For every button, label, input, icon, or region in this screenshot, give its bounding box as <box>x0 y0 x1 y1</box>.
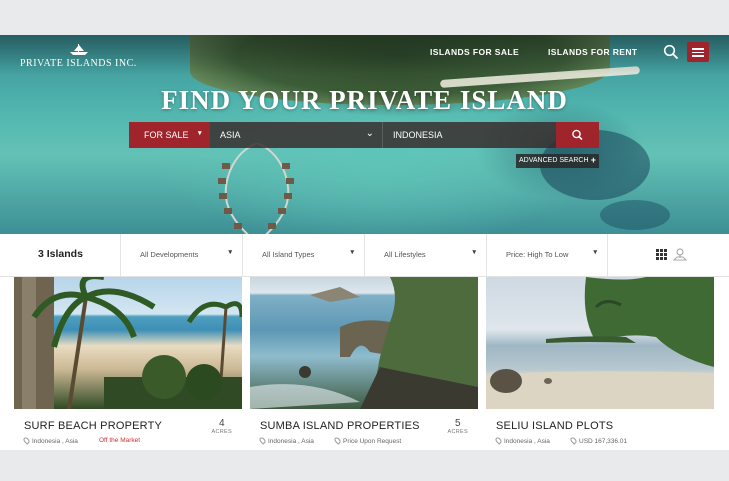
acres-value: 4 <box>218 418 225 429</box>
map-view-icon[interactable] <box>673 247 687 261</box>
nav-islands-for-sale[interactable]: ISLANDS FOR SALE <box>430 47 519 57</box>
sea-cliffs-image <box>250 277 478 409</box>
region-select[interactable]: ASIA ⌄ <box>210 122 382 148</box>
developments-label: All Developments <box>140 250 199 259</box>
beach-coastline-image <box>486 277 714 409</box>
advanced-search-button[interactable]: ADVANCED SEARCH + <box>516 154 599 168</box>
listing-status: USD 167,336.01 <box>569 436 628 445</box>
listing-card-sumba-island[interactable]: SUMBA ISLAND PROPERTIES Indonesia , Asia… <box>250 277 478 450</box>
hero-reef-shape-2 <box>600 200 670 230</box>
hero-banner: PRIVATE ISLANDS INC. ISLANDS FOR SALE IS… <box>0 35 729 234</box>
location-pin-icon <box>22 436 31 445</box>
region-value: ASIA <box>220 130 241 140</box>
palm-trees-image <box>14 277 242 409</box>
search-icon <box>572 129 583 141</box>
menu-button[interactable] <box>687 42 709 62</box>
listing-title[interactable]: SUMBA ISLAND PROPERTIES <box>260 420 420 432</box>
listing-photo[interactable] <box>14 277 242 409</box>
price-tag-icon <box>569 436 578 445</box>
listing-location: Indonesia , Asia <box>494 436 550 445</box>
caret-down-icon: ▾ <box>593 249 597 256</box>
listing-status-text: Price Upon Request <box>343 438 402 445</box>
listing-location-text: Indonesia , Asia <box>268 438 314 445</box>
lifestyles-dropdown[interactable]: All Lifestyles ▾ <box>364 234 486 277</box>
location-pin-icon <box>494 436 503 445</box>
caret-down-icon: ▾ <box>228 249 232 256</box>
island-types-dropdown[interactable]: All Island Types ▾ <box>242 234 364 277</box>
country-input[interactable]: INDONESIA <box>382 122 556 148</box>
acres-label: ACRES <box>211 429 232 435</box>
logo-text: PRIVATE ISLANDS INC. <box>20 58 137 69</box>
island-search-bar: FOR SALE ▾ ASIA ⌄ INDONESIA <box>129 122 599 148</box>
listing-card-seliu-island[interactable]: SELIU ISLAND PLOTS Indonesia , Asia USD … <box>486 277 714 450</box>
listing-acres: 4 ACRES <box>212 418 232 435</box>
listing-status: Price Upon Request <box>333 436 402 445</box>
listing-location-text: Indonesia , Asia <box>504 438 550 445</box>
search-submit-button[interactable] <box>556 122 599 148</box>
developments-dropdown[interactable]: All Developments ▾ <box>120 234 242 277</box>
country-value: INDONESIA <box>393 130 443 140</box>
caret-down-icon: ▾ <box>472 249 476 256</box>
for-sale-label: FOR SALE <box>144 130 189 140</box>
listing-title[interactable]: SURF BEACH PROPERTY <box>24 420 162 432</box>
listing-status: Off the Market <box>99 437 141 444</box>
listing-card-surf-beach[interactable]: SURF BEACH PROPERTY Indonesia , Asia Off… <box>14 277 242 450</box>
page: PRIVATE ISLANDS INC. ISLANDS FOR SALE IS… <box>0 35 729 450</box>
lifestyles-label: All Lifestyles <box>384 250 426 259</box>
nav-islands-for-rent[interactable]: ISLANDS FOR RENT <box>548 47 638 57</box>
plus-icon: + <box>590 155 596 165</box>
listing-title[interactable]: SELIU ISLAND PLOTS <box>496 420 613 432</box>
listing-status-text: USD 167,336.01 <box>579 438 628 445</box>
grid-view-icon[interactable] <box>656 249 667 260</box>
filter-bar: 3 Islands All Developments ▾ All Island … <box>0 234 729 277</box>
price-tag-icon <box>333 436 342 445</box>
overwater-villas-image <box>218 143 294 234</box>
for-sale-dropdown[interactable]: FOR SALE ▾ <box>129 122 210 148</box>
acres-value: 5 <box>454 418 461 429</box>
search-icon[interactable] <box>663 44 679 60</box>
advanced-search-label: ADVANCED SEARCH <box>519 157 589 164</box>
listing-location-text: Indonesia , Asia <box>32 438 78 445</box>
acres-label: ACRES <box>447 429 468 435</box>
island-types-label: All Island Types <box>262 250 315 259</box>
sort-label: Price: High To Low <box>506 250 569 259</box>
chevron-down-icon: ⌄ <box>365 128 374 139</box>
results-count: 3 Islands <box>38 248 83 260</box>
listing-location: Indonesia , Asia <box>22 436 78 445</box>
listing-acres: 5 ACRES <box>448 418 468 435</box>
listing-location: Indonesia , Asia <box>258 436 314 445</box>
caret-down-icon: ▾ <box>350 249 354 256</box>
location-pin-icon <box>258 436 267 445</box>
listing-photo[interactable] <box>250 277 478 409</box>
caret-down-icon: ▾ <box>198 130 202 137</box>
sort-dropdown[interactable]: Price: High To Low ▾ <box>486 234 608 277</box>
listing-photo[interactable] <box>486 277 714 409</box>
hero-title: FIND YOUR PRIVATE ISLAND <box>161 85 568 115</box>
ship-logo-icon <box>70 44 88 55</box>
